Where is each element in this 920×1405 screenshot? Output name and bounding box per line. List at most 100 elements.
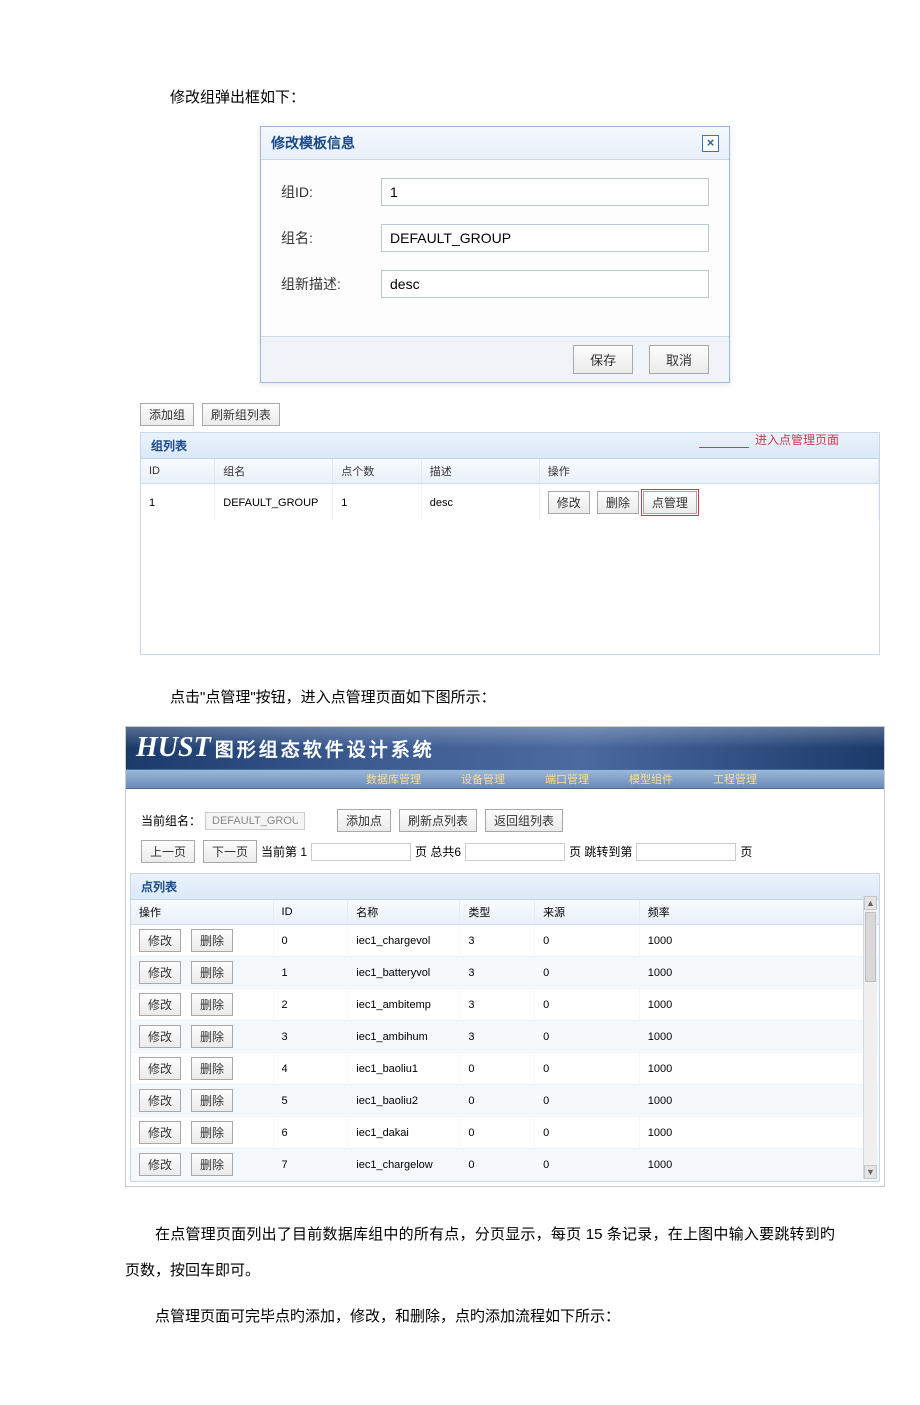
cell-freq: 1000 <box>639 957 878 989</box>
menu-db[interactable]: 数据库管理 <box>366 771 421 787</box>
total-page-input[interactable] <box>465 843 565 861</box>
row-delete-button[interactable]: 删除 <box>191 1121 233 1144</box>
cell-type: 0 <box>460 1053 535 1085</box>
pcol-id: ID <box>273 900 348 925</box>
row-edit-button[interactable]: 修改 <box>139 1089 181 1112</box>
col-op: 操作 <box>539 459 878 484</box>
col-name: 组名 <box>215 459 333 484</box>
cell-src: 0 <box>535 1085 640 1117</box>
back-groups-button[interactable]: 返回组列表 <box>485 809 563 832</box>
table-row: 修改删除1iec1_batteryvol301000 <box>131 957 879 989</box>
row-delete-button[interactable]: 删除 <box>191 1153 233 1176</box>
cell-type: 0 <box>460 1085 535 1117</box>
current-page-input[interactable] <box>311 843 411 861</box>
row-edit-button[interactable]: 修改 <box>139 1057 181 1080</box>
menu-device[interactable]: 设备管理 <box>461 771 505 787</box>
cell-src: 0 <box>535 957 640 989</box>
menu-model[interactable]: 模型组件 <box>629 771 673 787</box>
cell-type: 0 <box>460 1117 535 1149</box>
row-delete-button[interactable]: 删除 <box>597 491 639 514</box>
cell-id: 3 <box>273 1021 348 1053</box>
input-group-id[interactable] <box>381 178 709 206</box>
row-delete-button[interactable]: 删除 <box>191 1057 233 1080</box>
annotation-enter-point-page: 进入点管理页面 <box>755 431 839 448</box>
dialog-header: 修改模板信息 × <box>261 127 729 160</box>
point-manage-app: HUST 图形组态软件设计系统 数据库管理 设备管理 端口管理 模型组件 工程管… <box>125 726 885 1187</box>
cell-type: 3 <box>460 925 535 957</box>
cell-count: 1 <box>333 484 422 521</box>
annotation-line <box>699 447 749 448</box>
add-group-button[interactable]: 添加组 <box>140 403 194 426</box>
cell-name: iec1_chargelow <box>348 1149 460 1181</box>
group-table: ID 组名 点个数 描述 操作 <box>141 459 879 484</box>
cell-freq: 1000 <box>639 989 878 1021</box>
input-group-name[interactable] <box>381 224 709 252</box>
label-group-id: 组ID: <box>281 182 381 202</box>
dialog-title: 修改模板信息 <box>271 133 355 153</box>
group-list-panel: 添加组 刷新组列表 组列表 进入点管理页面 ID 组名 点个数 描述 操作 <box>140 403 880 655</box>
cell-id: 1 <box>141 484 215 521</box>
app-menubar: 数据库管理 设备管理 端口管理 模型组件 工程管理 <box>126 769 884 789</box>
cell-name: DEFAULT_GROUP <box>215 484 333 521</box>
cell-src: 0 <box>535 925 640 957</box>
refresh-groups-button[interactable]: 刷新组列表 <box>202 403 280 426</box>
scroll-thumb[interactable] <box>865 912 876 982</box>
pcol-name: 名称 <box>348 900 460 925</box>
table-row: 修改删除4iec1_baoliu1001000 <box>131 1053 879 1085</box>
scroll-down-icon[interactable]: ▼ <box>864 1165 877 1179</box>
cell-freq: 1000 <box>639 1117 878 1149</box>
close-icon[interactable]: × <box>702 135 719 152</box>
row-point-manage-button[interactable]: 点管理 <box>643 491 697 514</box>
row-edit-button[interactable]: 修改 <box>139 1153 181 1176</box>
cell-type: 0 <box>460 1149 535 1181</box>
row-edit-button[interactable]: 修改 <box>548 491 590 514</box>
point-grid-title-text: 点列表 <box>141 880 177 894</box>
cell-id: 6 <box>273 1117 348 1149</box>
table-row: 修改删除7iec1_chargelow001000 <box>131 1149 879 1181</box>
current-group-label: 当前组名： <box>141 812 201 829</box>
row-edit-button[interactable]: 修改 <box>139 1025 181 1048</box>
scroll-up-icon[interactable]: ▲ <box>864 896 877 910</box>
row-edit-button[interactable]: 修改 <box>139 993 181 1016</box>
cancel-button[interactable]: 取消 <box>649 345 709 374</box>
next-page-button[interactable]: 下一页 <box>203 840 257 863</box>
cell-type: 3 <box>460 989 535 1021</box>
label-group-name: 组名: <box>281 228 381 248</box>
jump-page-input[interactable] <box>636 843 736 861</box>
refresh-points-button[interactable]: 刷新点列表 <box>399 809 477 832</box>
cell-id: 2 <box>273 989 348 1021</box>
cell-name: iec1_baoliu2 <box>348 1085 460 1117</box>
row-delete-button[interactable]: 删除 <box>191 993 233 1016</box>
row-delete-button[interactable]: 删除 <box>191 929 233 952</box>
col-desc: 描述 <box>421 459 539 484</box>
row-delete-button[interactable]: 删除 <box>191 1025 233 1048</box>
banner-brand: HUST <box>136 732 211 764</box>
cell-name: iec1_chargevol <box>348 925 460 957</box>
add-point-button[interactable]: 添加点 <box>337 809 391 832</box>
point-table: 操作 ID 名称 类型 来源 频率 修改删除0iec1_chargevol301… <box>131 900 879 1181</box>
row-edit-button[interactable]: 修改 <box>139 961 181 984</box>
input-group-desc[interactable] <box>381 270 709 298</box>
row-edit-button[interactable]: 修改 <box>139 929 181 952</box>
menu-project[interactable]: 工程管理 <box>713 771 757 787</box>
jump-to-label: 页 跳转到第 <box>569 843 632 860</box>
cell-freq: 1000 <box>639 1021 878 1053</box>
cell-name: iec1_dakai <box>348 1117 460 1149</box>
scrollbar[interactable]: ▲ ▼ <box>863 896 877 1179</box>
row-delete-button[interactable]: 删除 <box>191 1089 233 1112</box>
row-delete-button[interactable]: 删除 <box>191 961 233 984</box>
table-row: 1 DEFAULT_GROUP 1 desc 修改 删除 点管理 <box>141 484 879 521</box>
group-grid-title: 组列表 进入点管理页面 <box>141 433 879 459</box>
banner-subtitle: 图形组态软件设计系统 <box>215 735 435 762</box>
app-banner: HUST 图形组态软件设计系统 <box>126 727 884 769</box>
menu-port[interactable]: 端口管理 <box>545 771 589 787</box>
save-button[interactable]: 保存 <box>573 345 633 374</box>
cell-name: iec1_baoliu1 <box>348 1053 460 1085</box>
pcol-type: 类型 <box>460 900 535 925</box>
cell-type: 3 <box>460 1021 535 1053</box>
col-id: ID <box>141 459 215 484</box>
cell-freq: 1000 <box>639 925 878 957</box>
cell-freq: 1000 <box>639 1053 878 1085</box>
row-edit-button[interactable]: 修改 <box>139 1121 181 1144</box>
prev-page-button[interactable]: 上一页 <box>141 840 195 863</box>
